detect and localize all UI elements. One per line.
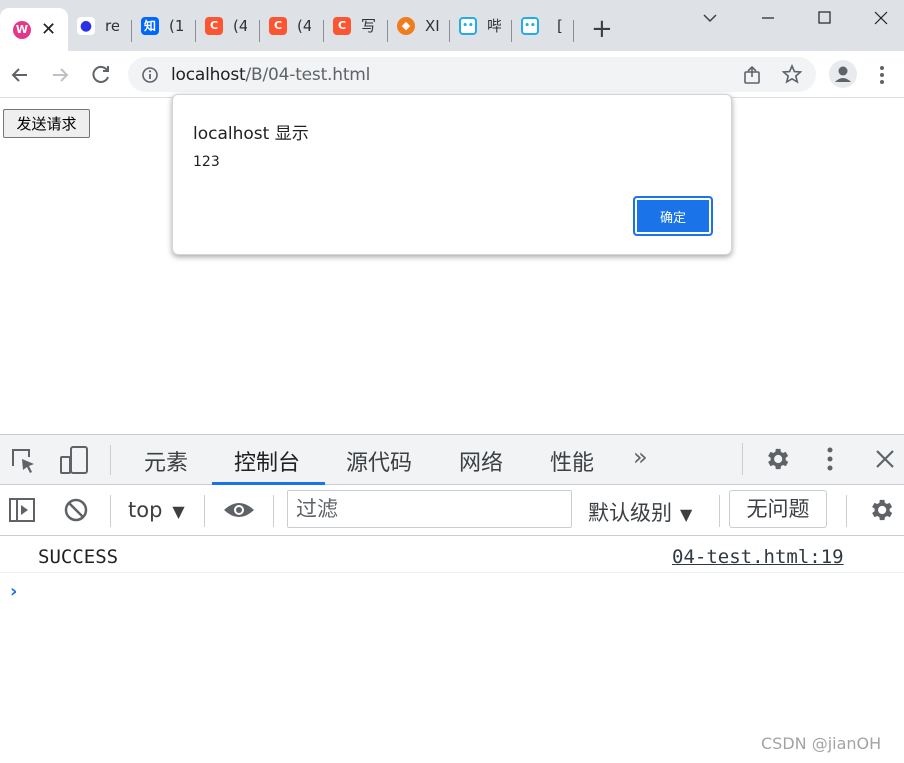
forward-icon[interactable]: [50, 65, 70, 85]
tab[interactable]: ● re: [77, 0, 119, 51]
tab-label: 哔: [487, 17, 501, 35]
dropdown-arrow-icon: ▼: [172, 502, 185, 521]
tab-label: 写: [361, 17, 375, 35]
reload-icon[interactable]: [90, 64, 112, 86]
tab[interactable]: •• [: [521, 0, 565, 51]
fox-icon: ◆: [397, 16, 415, 35]
toolbar-divider: [110, 495, 111, 527]
browser-toolbar: localhost/B/04-test.html: [0, 51, 904, 98]
url-host: localhost: [171, 65, 246, 85]
minimize-icon[interactable]: [760, 10, 776, 26]
filter-input[interactable]: 过滤: [287, 490, 572, 528]
tab-search-icon[interactable]: [702, 12, 718, 24]
tab-console[interactable]: 控制台: [234, 445, 300, 477]
csdn-icon: C: [205, 16, 223, 35]
alert-dialog: localhost 显示 123 确定: [172, 94, 732, 255]
tab-elements[interactable]: 元素: [144, 445, 188, 477]
tab-divider: [195, 20, 196, 42]
dialog-ok-button[interactable]: 确定: [633, 196, 713, 236]
clear-console-icon[interactable]: [63, 497, 89, 523]
console-toolbar: top ▼ 过滤 默认级别 ▼ 无问题: [0, 485, 904, 536]
more-tabs-icon[interactable]: »: [633, 443, 648, 471]
zhihu-icon: 知: [141, 16, 159, 35]
tab-label: (1: [169, 16, 183, 35]
devtools-tab-bar: 元素 控制台 源代码 网络 性能 »: [0, 435, 904, 485]
console-log-row: SUCCESS 04-test.html:19: [0, 539, 904, 573]
tab-network[interactable]: 网络: [459, 445, 503, 477]
context-selector[interactable]: top ▼: [128, 498, 185, 522]
toolbar-divider: [204, 495, 205, 527]
log-message: SUCCESS: [38, 546, 119, 568]
toolbar-divider: [719, 495, 720, 527]
tab-divider: [259, 20, 260, 42]
person-icon: [835, 66, 851, 82]
tab-sources[interactable]: 源代码: [346, 445, 412, 477]
tab-divider: [323, 20, 324, 42]
live-expression-eye-icon[interactable]: [222, 499, 256, 521]
tab-divider: [131, 20, 132, 42]
dialog-title: localhost 显示: [193, 124, 309, 144]
address-bar[interactable]: localhost/B/04-test.html: [128, 57, 816, 92]
tab[interactable]: C 写: [333, 0, 375, 51]
tab[interactable]: C (4: [205, 0, 247, 51]
settings-gear-icon[interactable]: [763, 445, 791, 473]
log-level-label: 默认级别: [588, 501, 672, 525]
watermark: CSDN @jianOH: [761, 734, 882, 753]
device-toolbar-icon[interactable]: [58, 445, 90, 475]
toolbar-divider: [110, 445, 111, 475]
tab-strip: W ✕ ● re 知 (1 C (4 C (4 C 写 ◆ XI •• 哔 ••…: [0, 0, 904, 51]
url-text[interactable]: localhost/B/04-test.html: [171, 65, 370, 85]
tab-label: [: [557, 16, 563, 35]
tab-divider: [449, 20, 450, 42]
send-request-button[interactable]: 发送请求: [3, 109, 90, 138]
tab-label: re: [105, 16, 119, 35]
url-path: /B/04-test.html: [245, 65, 371, 85]
tab-label: (4: [233, 16, 247, 35]
bilibili-icon: ••: [459, 16, 477, 35]
devtools-panel: 元素 控制台 源代码 网络 性能 » top ▼ 过滤 默认级别 ▼ 无问题 SUC…: [0, 434, 904, 763]
console-prompt-chevron-icon[interactable]: ›: [10, 581, 17, 602]
tab-label: XI: [425, 16, 439, 35]
new-tab-button[interactable]: +: [591, 14, 613, 44]
dropdown-arrow-icon: ▼: [680, 505, 693, 524]
tab-divider: [387, 20, 388, 42]
maximize-icon[interactable]: [817, 10, 833, 26]
log-source-link[interactable]: 04-test.html:19: [672, 546, 844, 568]
tab-divider: [511, 20, 512, 42]
inspect-element-icon[interactable]: [10, 447, 38, 475]
issues-button[interactable]: 无问题: [729, 490, 827, 528]
menu-kebab-icon[interactable]: [875, 65, 889, 85]
tab[interactable]: ◆ XI: [397, 0, 439, 51]
context-label: top: [128, 498, 163, 522]
tab-active[interactable]: W ✕: [0, 8, 68, 51]
bookmark-star-icon[interactable]: [782, 64, 802, 84]
tab[interactable]: 知 (1: [141, 0, 183, 51]
toolbar-divider: [273, 495, 274, 527]
toolbar-divider: [742, 443, 743, 475]
share-icon[interactable]: [742, 65, 762, 85]
close-devtools-icon[interactable]: [874, 448, 896, 470]
tab-divider: [573, 20, 574, 42]
toolbar-divider: [846, 495, 847, 527]
profile-avatar[interactable]: [829, 60, 857, 88]
log-level-dropdown[interactable]: 默认级别 ▼: [588, 497, 692, 527]
info-icon[interactable]: [141, 66, 159, 84]
sidebar-toggle-icon[interactable]: [8, 497, 36, 523]
back-icon[interactable]: [10, 65, 30, 85]
tab[interactable]: •• 哔: [459, 0, 501, 51]
close-window-icon[interactable]: [873, 10, 889, 26]
csdn-icon: C: [333, 16, 351, 35]
tab-label: (4: [297, 16, 311, 35]
dialog-message: 123: [193, 154, 220, 170]
bilibili-icon: ••: [521, 16, 539, 35]
console-settings-gear-icon[interactable]: [867, 496, 895, 524]
tab[interactable]: C (4: [269, 0, 311, 51]
tab-performance[interactable]: 性能: [550, 445, 594, 477]
baidu-paw-icon: ●: [77, 16, 95, 35]
wiki-icon: W: [13, 20, 31, 39]
csdn-icon: C: [269, 16, 287, 35]
devtools-menu-icon[interactable]: [823, 446, 837, 474]
close-tab-icon[interactable]: ✕: [41, 19, 56, 40]
